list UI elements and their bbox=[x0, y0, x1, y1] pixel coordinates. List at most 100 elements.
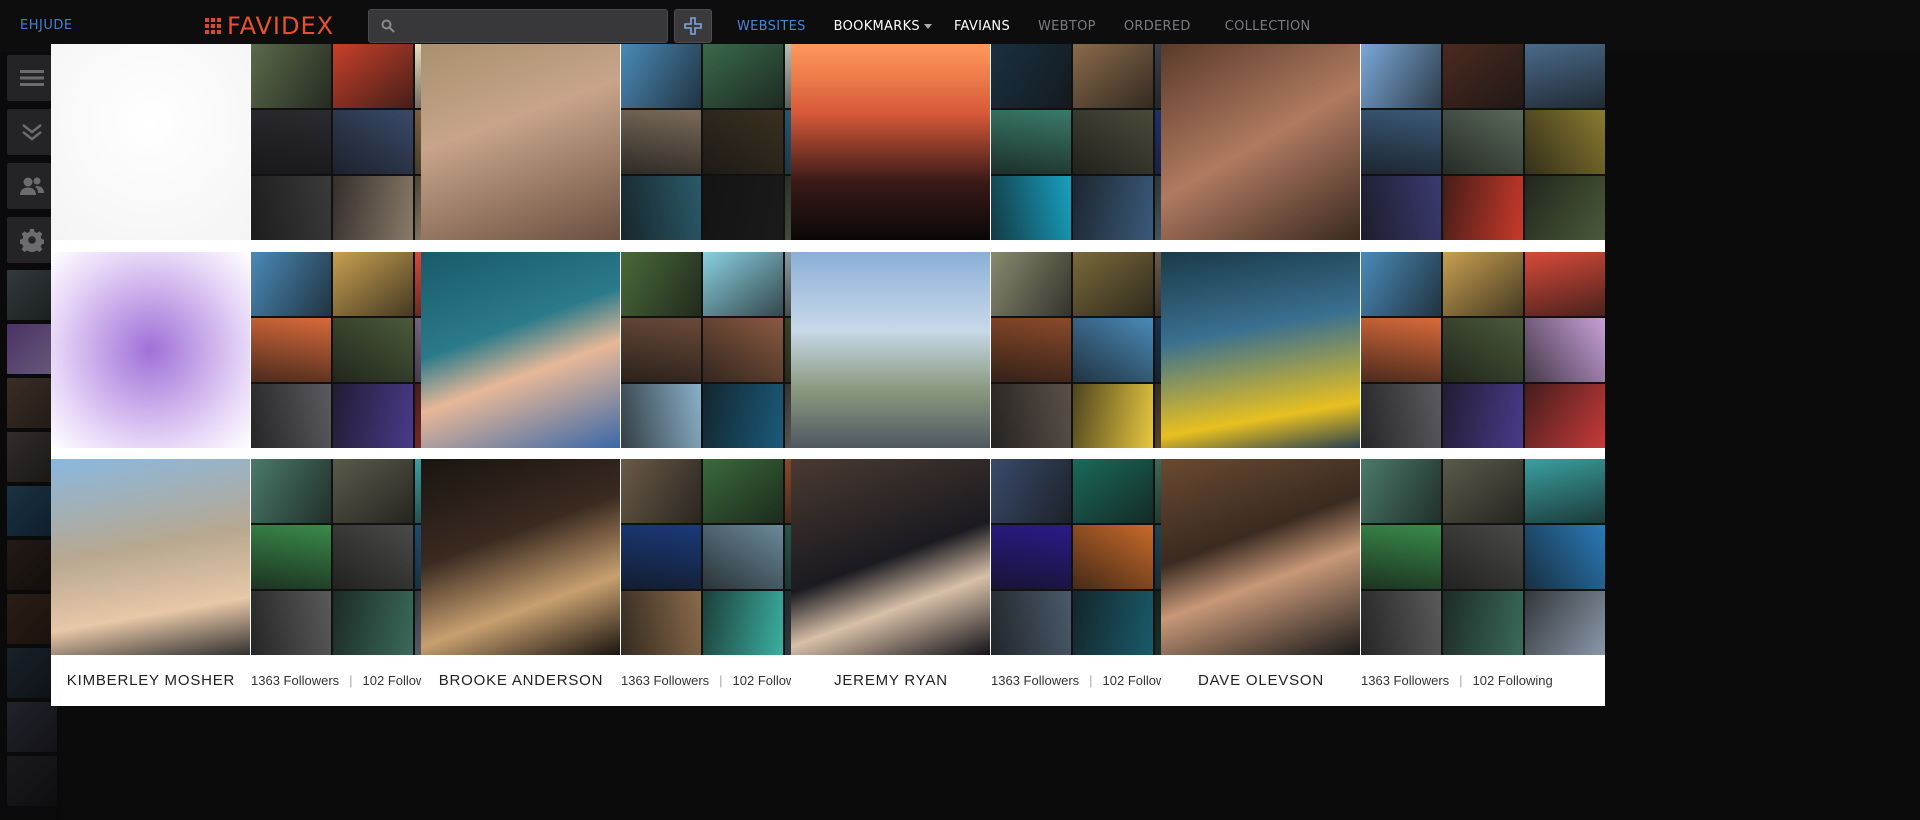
favidex-logo[interactable]: FAVIDEX bbox=[205, 12, 334, 40]
bookmark-thumbnail[interactable] bbox=[1525, 459, 1605, 523]
bookmark-thumbnail[interactable] bbox=[333, 110, 413, 174]
bookmark-thumbnail[interactable] bbox=[1525, 44, 1605, 108]
profile-photo[interactable] bbox=[791, 252, 990, 448]
rail-avatar[interactable] bbox=[7, 540, 57, 590]
bookmark-thumbnail[interactable] bbox=[1073, 384, 1153, 448]
bookmark-thumbnail[interactable] bbox=[703, 110, 783, 174]
bookmark-thumbnail[interactable] bbox=[991, 44, 1071, 108]
favian-name[interactable]: BROOKE ANDERSON bbox=[421, 672, 621, 689]
bookmark-thumbnail[interactable] bbox=[991, 591, 1071, 655]
bookmark-thumbnail[interactable] bbox=[1361, 459, 1441, 523]
nav-ordered[interactable]: ORDERED bbox=[1124, 19, 1191, 34]
bookmark-thumbnail[interactable] bbox=[703, 318, 783, 382]
bookmark-thumbnail[interactable] bbox=[251, 44, 331, 108]
search-input[interactable] bbox=[403, 10, 663, 42]
profile-photo[interactable] bbox=[421, 459, 620, 655]
bookmark-thumbnail[interactable] bbox=[991, 525, 1071, 589]
bookmark-thumbnail[interactable] bbox=[1361, 252, 1441, 316]
bookmark-thumbnail[interactable] bbox=[333, 525, 413, 589]
profile-photo[interactable] bbox=[1161, 252, 1360, 448]
bookmark-thumbnail[interactable] bbox=[1361, 525, 1441, 589]
add-button[interactable] bbox=[674, 9, 712, 43]
bookmark-thumbnail[interactable] bbox=[991, 384, 1071, 448]
bookmark-thumbnail[interactable] bbox=[1073, 252, 1153, 316]
bookmark-thumbnail[interactable] bbox=[251, 110, 331, 174]
bookmark-thumbnail[interactable] bbox=[991, 318, 1071, 382]
favian-name[interactable]: JEREMY RYAN bbox=[791, 672, 991, 689]
followers-count[interactable]: 1363 Followers bbox=[251, 673, 339, 688]
followers-count[interactable]: 1363 Followers bbox=[621, 673, 709, 688]
bookmark-thumbnail[interactable] bbox=[1443, 318, 1523, 382]
bookmark-thumbnail[interactable] bbox=[703, 176, 783, 240]
bookmark-thumbnail[interactable] bbox=[1073, 525, 1153, 589]
bookmark-thumbnail[interactable] bbox=[1073, 44, 1153, 108]
profile-photo[interactable] bbox=[51, 252, 250, 448]
bookmark-thumbnail[interactable] bbox=[1443, 384, 1523, 448]
bookmark-thumbnail[interactable] bbox=[1073, 176, 1153, 240]
bookmark-thumbnail[interactable] bbox=[1525, 176, 1605, 240]
bookmark-thumbnail[interactable] bbox=[1361, 591, 1441, 655]
bookmark-thumbnail[interactable] bbox=[1361, 176, 1441, 240]
bookmark-thumbnail[interactable] bbox=[1525, 384, 1605, 448]
nav-collection[interactable]: COLLECTION bbox=[1225, 19, 1311, 34]
nav-websites[interactable]: WEBSITES bbox=[737, 19, 806, 34]
bookmark-thumbnail[interactable] bbox=[251, 525, 331, 589]
bookmark-thumbnail[interactable] bbox=[1073, 110, 1153, 174]
bookmark-thumbnail[interactable] bbox=[621, 525, 701, 589]
profile-photo[interactable] bbox=[791, 459, 990, 655]
bookmark-thumbnail[interactable] bbox=[1525, 591, 1605, 655]
rail-settings-button[interactable] bbox=[7, 217, 57, 263]
bookmark-thumbnail[interactable] bbox=[621, 459, 701, 523]
bookmark-thumbnail[interactable] bbox=[251, 176, 331, 240]
bookmark-thumbnail[interactable] bbox=[1525, 525, 1605, 589]
user-menu-link[interactable]: EHJUDE bbox=[20, 18, 73, 33]
bookmark-thumbnail[interactable] bbox=[1443, 591, 1523, 655]
bookmark-thumbnail[interactable] bbox=[1443, 459, 1523, 523]
followers-count[interactable]: 1363 Followers bbox=[991, 673, 1079, 688]
bookmark-thumbnail[interactable] bbox=[251, 318, 331, 382]
rail-avatar[interactable] bbox=[7, 756, 57, 806]
bookmark-thumbnail[interactable] bbox=[333, 591, 413, 655]
rail-avatar[interactable] bbox=[7, 648, 57, 698]
bookmark-thumbnail[interactable] bbox=[991, 176, 1071, 240]
profile-photo[interactable] bbox=[421, 44, 620, 240]
profile-photo[interactable] bbox=[1161, 459, 1360, 655]
rail-avatar[interactable] bbox=[7, 378, 57, 428]
bookmark-thumbnail[interactable] bbox=[991, 252, 1071, 316]
bookmark-thumbnail[interactable] bbox=[251, 591, 331, 655]
profile-photo[interactable] bbox=[51, 44, 250, 240]
bookmark-thumbnail[interactable] bbox=[621, 44, 701, 108]
following-count[interactable]: 102 Following bbox=[1473, 673, 1553, 688]
nav-favians[interactable]: FAVIANS bbox=[954, 19, 1010, 34]
bookmark-thumbnail[interactable] bbox=[703, 591, 783, 655]
bookmark-thumbnail[interactable] bbox=[1525, 110, 1605, 174]
bookmark-thumbnail[interactable] bbox=[1443, 110, 1523, 174]
profile-photo[interactable] bbox=[421, 252, 620, 448]
bookmark-thumbnail[interactable] bbox=[333, 459, 413, 523]
bookmark-thumbnail[interactable] bbox=[251, 384, 331, 448]
rail-avatar[interactable] bbox=[7, 702, 57, 752]
rail-collapse-button[interactable] bbox=[7, 109, 57, 155]
bookmark-thumbnail[interactable] bbox=[621, 252, 701, 316]
bookmark-thumbnail[interactable] bbox=[1361, 44, 1441, 108]
bookmark-thumbnail[interactable] bbox=[333, 176, 413, 240]
bookmark-thumbnail[interactable] bbox=[251, 252, 331, 316]
bookmark-thumbnail[interactable] bbox=[703, 525, 783, 589]
bookmark-thumbnail[interactable] bbox=[1443, 44, 1523, 108]
bookmark-thumbnail[interactable] bbox=[1525, 318, 1605, 382]
bookmark-thumbnail[interactable] bbox=[1361, 110, 1441, 174]
rail-avatar[interactable] bbox=[7, 486, 57, 536]
bookmark-thumbnail[interactable] bbox=[333, 252, 413, 316]
nav-webtop[interactable]: WEBTOP bbox=[1038, 19, 1096, 34]
bookmark-thumbnail[interactable] bbox=[251, 459, 331, 523]
bookmark-thumbnail[interactable] bbox=[1443, 525, 1523, 589]
bookmark-thumbnail[interactable] bbox=[1073, 318, 1153, 382]
bookmark-thumbnail[interactable] bbox=[1073, 459, 1153, 523]
rail-avatar[interactable] bbox=[7, 324, 57, 374]
bookmark-thumbnail[interactable] bbox=[1073, 591, 1153, 655]
bookmark-thumbnail[interactable] bbox=[703, 44, 783, 108]
bookmark-thumbnail[interactable] bbox=[333, 384, 413, 448]
bookmark-thumbnail[interactable] bbox=[1361, 318, 1441, 382]
bookmark-thumbnail[interactable] bbox=[991, 459, 1071, 523]
bookmark-thumbnail[interactable] bbox=[621, 176, 701, 240]
